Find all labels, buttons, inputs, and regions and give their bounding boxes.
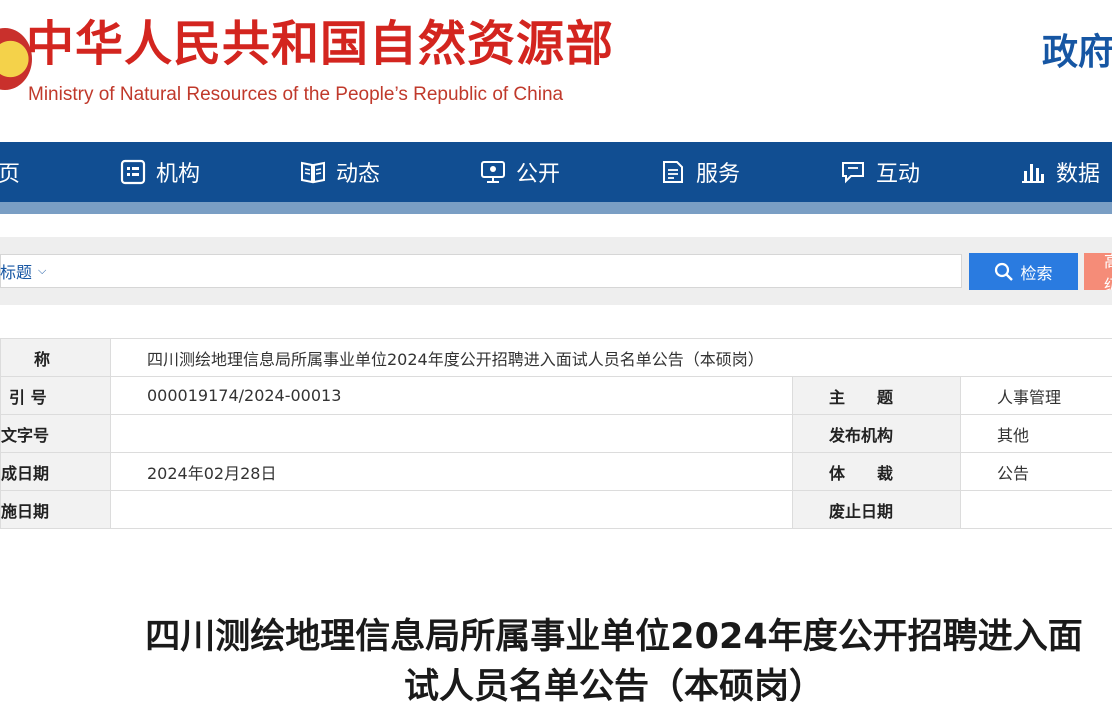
nav-item-label: 机构 (156, 162, 201, 187)
genre-label: 体 裁 (792, 452, 961, 491)
implementation-date-label: 施日期 (0, 490, 111, 529)
name-value: 四川测绘地理信息局所属事业单位2024年度公开招聘进入面试人员名单公告（本硕岗） (109, 338, 1112, 377)
advanced-search-button[interactable]: 高级 (1084, 253, 1112, 290)
issuer-label: 发布机构 (792, 414, 961, 453)
nav-underbar (0, 202, 1112, 214)
search-button-label: 检索 (1020, 263, 1053, 283)
chevron-down-icon: ⌵ (38, 264, 47, 277)
date-label: 成日期 (0, 452, 111, 491)
nav-item-service[interactable]: 服务 (660, 142, 740, 202)
nav-item-label: 互动 (876, 162, 921, 187)
table-row: 成日期 2024年02月28日 体 裁 公告 (0, 452, 1112, 491)
topic-value: 人事管理 (959, 376, 1112, 415)
issuer-value: 其他 (959, 414, 1112, 453)
monitor-icon (481, 161, 505, 183)
index-label: 引 号 (0, 376, 111, 415)
document-number-label: 文字号 (0, 414, 111, 453)
table-row: 称 四川测绘地理信息局所属事业单位2024年度公开招聘进入面试人员名单公告（本硕… (0, 338, 1112, 377)
topic-label: 主 题 (792, 376, 961, 415)
chat-bubble-icon (842, 162, 864, 184)
nav-item-label: 页 (0, 162, 21, 187)
nav-item-label: 动态 (336, 162, 381, 187)
organization-icon (120, 159, 146, 185)
nav-item-interaction[interactable]: 互动 (840, 142, 920, 202)
nav-item-disclosure[interactable]: 公开 (480, 142, 560, 202)
search-icon (995, 262, 1014, 281)
bar-chart-icon (1022, 164, 1044, 183)
expiry-date-value (959, 490, 1112, 529)
nav-item-organization[interactable]: 机构 (120, 142, 200, 202)
implementation-date-value (110, 490, 793, 529)
advanced-search-label: 高级 (1104, 253, 1112, 290)
site-title-chinese[interactable]: 中华人民共和国自然资源部 (26, 14, 614, 74)
document-number-value (110, 414, 793, 453)
book-icon (301, 161, 325, 184)
site-header: 中华人民共和国自然资源部 Ministry of Natural Resourc… (0, 0, 1112, 142)
search-input[interactable] (62, 256, 956, 288)
nav-item-label: 服务 (696, 162, 741, 187)
search-scope-label: 标题 (0, 263, 33, 282)
date-value: 2024年02月28日 (110, 452, 793, 491)
table-row: 文字号 发布机构 其他 (0, 414, 1112, 453)
nav-item-home[interactable]: 页 (0, 142, 20, 202)
nav-item-news[interactable]: 动态 (300, 142, 380, 202)
article-title: 四川测绘地理信息局所属事业单位2024年度公开招聘进入面试人员名单公告（本硕岗） (145, 617, 1083, 707)
search-scope-dropdown[interactable]: 标题 ⌵ (0, 254, 46, 288)
nav-item-label: 数据 (1056, 162, 1101, 187)
service-document-icon (663, 161, 683, 183)
site-title-english: Ministry of Natural Resources of the Peo… (28, 84, 564, 105)
main-nav: 页 机构 动态 公开 服务 互动 数据 (0, 142, 1112, 202)
table-row: 施日期 废止日期 (0, 490, 1112, 529)
nav-item-data[interactable]: 数据 (1020, 142, 1100, 202)
table-row: 引 号 000019174/2024-00013 主 题 人事管理 (0, 376, 1112, 415)
name-label: 称 (0, 338, 111, 377)
nav-item-label: 公开 (516, 162, 561, 187)
index-value: 000019174/2024-00013 (110, 376, 793, 415)
government-link[interactable]: 政府 (1042, 30, 1112, 76)
search-button[interactable]: 检索 (969, 253, 1078, 290)
document-info-table: 称 四川测绘地理信息局所属事业单位2024年度公开招聘进入面试人员名单公告（本硕… (0, 338, 1112, 529)
genre-value: 公告 (959, 452, 1112, 491)
expiry-date-label: 废止日期 (792, 490, 961, 529)
